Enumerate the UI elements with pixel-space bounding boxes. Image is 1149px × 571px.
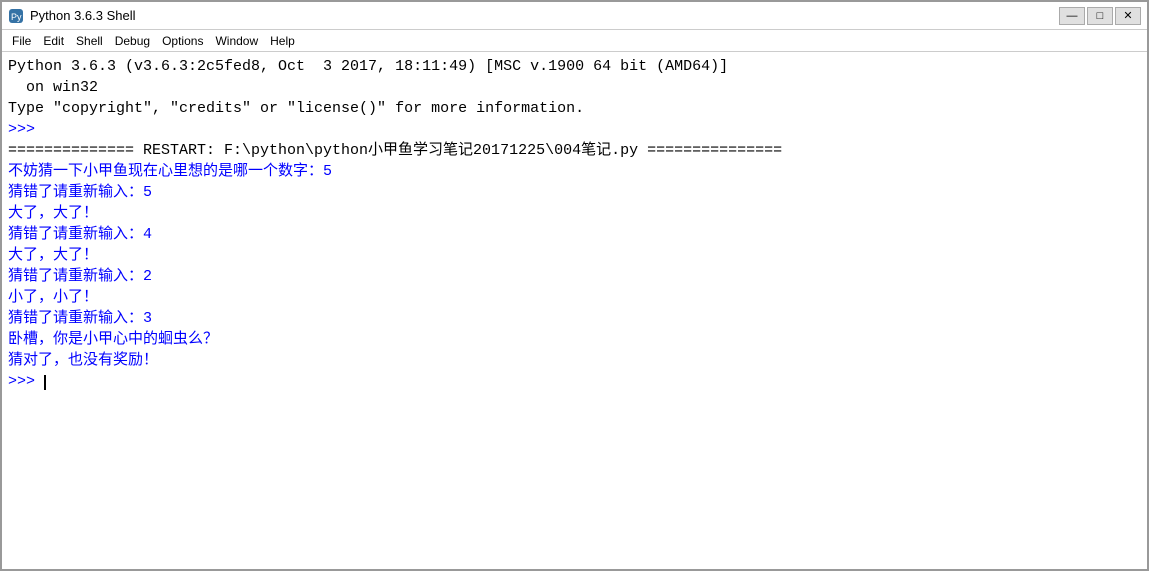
menu-shell[interactable]: Shell [70, 33, 109, 49]
shell-line: 小了，小了！ [8, 287, 1141, 308]
shell-line: Python 3.6.3 (v3.6.3:2c5fed8, Oct 3 2017… [8, 56, 1141, 77]
menu-window[interactable]: Window [209, 33, 264, 49]
shell-line: 猜错了请重新输入：5 [8, 182, 1141, 203]
menu-help[interactable]: Help [264, 33, 301, 49]
shell-line: 猜错了请重新输入：3 [8, 308, 1141, 329]
shell-output[interactable]: Python 3.6.3 (v3.6.3:2c5fed8, Oct 3 2017… [2, 52, 1147, 569]
window-title: Python 3.6.3 Shell [30, 8, 136, 23]
menu-bar: File Edit Shell Debug Options Window Hel… [2, 30, 1147, 52]
title-bar: Py Python 3.6.3 Shell — □ ✕ [2, 2, 1147, 30]
main-window: Py Python 3.6.3 Shell — □ ✕ File Edit Sh… [0, 0, 1149, 571]
shell-line: 大了，大了！ [8, 245, 1141, 266]
shell-line: 大了，大了！ [8, 203, 1141, 224]
text-cursor [44, 375, 46, 390]
menu-edit[interactable]: Edit [37, 33, 70, 49]
shell-line: Type "copyright", "credits" or "license(… [8, 98, 1141, 119]
shell-line: 猜对了，也没有奖励！ [8, 350, 1141, 371]
window-controls: — □ ✕ [1059, 7, 1141, 25]
shell-line: on win32 [8, 77, 1141, 98]
python-icon: Py [8, 8, 24, 24]
maximize-button[interactable]: □ [1087, 7, 1113, 25]
shell-line: ============== RESTART: F:\python\python… [8, 140, 1141, 161]
menu-options[interactable]: Options [156, 33, 209, 49]
shell-line: >>> [8, 371, 1141, 392]
title-bar-left: Py Python 3.6.3 Shell [8, 8, 136, 24]
menu-file[interactable]: File [6, 33, 37, 49]
menu-debug[interactable]: Debug [109, 33, 156, 49]
shell-line: 猜错了请重新输入：2 [8, 266, 1141, 287]
svg-text:Py: Py [11, 12, 22, 22]
shell-line: 卧槽，你是小甲心中的蛔虫么？ [8, 329, 1141, 350]
shell-line: >>> [8, 119, 1141, 140]
shell-line: 不妨猜一下小甲鱼现在心里想的是哪一个数字：5 [8, 161, 1141, 182]
close-button[interactable]: ✕ [1115, 7, 1141, 25]
shell-line: 猜错了请重新输入：4 [8, 224, 1141, 245]
minimize-button[interactable]: — [1059, 7, 1085, 25]
